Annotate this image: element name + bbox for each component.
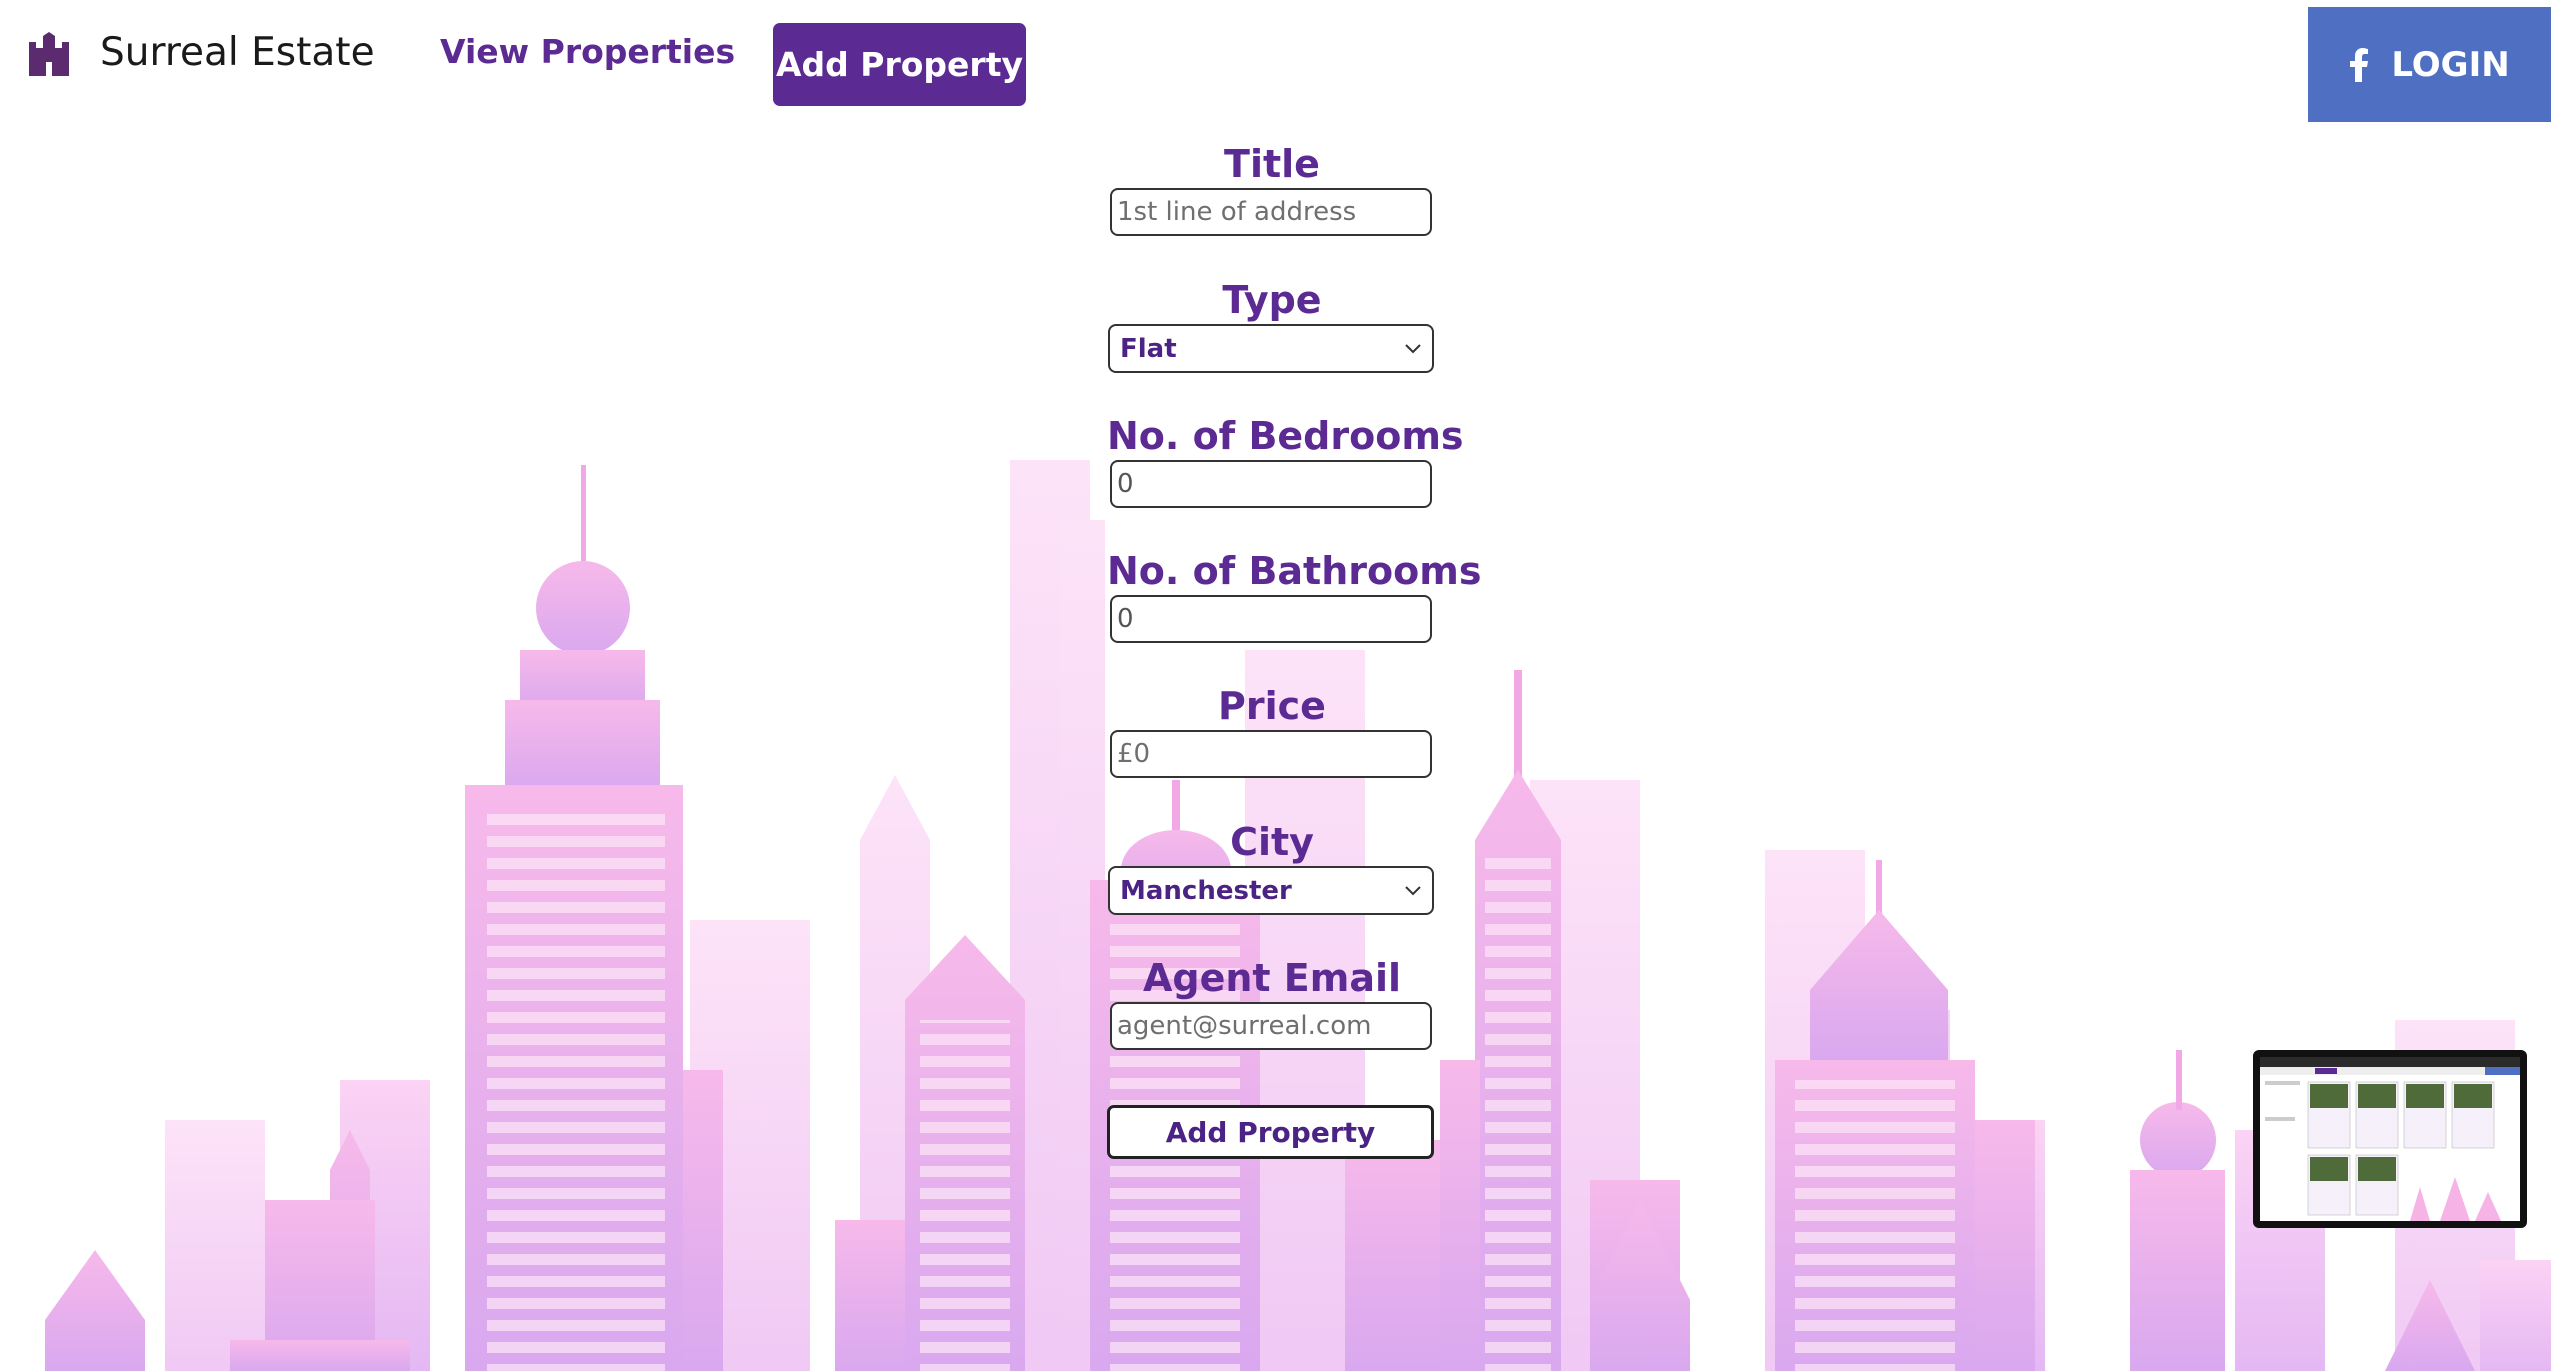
navbar-brand-area: Surreal Estate xyxy=(0,0,390,122)
price-field: Price xyxy=(1107,682,1437,778)
bathrooms-field: No. of Bathrooms xyxy=(1107,547,1482,643)
city-select[interactable]: Manchester xyxy=(1108,866,1434,915)
brand-name[interactable]: Surreal Estate xyxy=(100,30,375,75)
facebook-icon xyxy=(2350,47,2369,82)
bedrooms-field: No. of Bedrooms xyxy=(1107,412,1464,508)
city-field: City Manchester xyxy=(1107,818,1437,915)
city-label: City xyxy=(1230,820,1314,864)
email-field: Agent Email xyxy=(1107,954,1437,1050)
thumbnail-screen xyxy=(2260,1057,2520,1221)
bathrooms-input[interactable] xyxy=(1110,595,1432,643)
email-input[interactable] xyxy=(1110,1002,1432,1050)
price-input[interactable] xyxy=(1110,730,1432,778)
bedrooms-label: No. of Bedrooms xyxy=(1107,414,1464,458)
title-label: Title xyxy=(1224,142,1320,186)
type-selected-value: Flat xyxy=(1120,333,1177,364)
thumbnail-graphic xyxy=(2260,1057,2520,1221)
city-selected-value: Manchester xyxy=(1120,875,1292,906)
screen-preview-thumbnail[interactable] xyxy=(2253,1050,2527,1228)
bathrooms-label: No. of Bathrooms xyxy=(1107,549,1482,593)
facebook-login-button[interactable]: LOGIN xyxy=(2308,7,2551,122)
type-field: Type Flat xyxy=(1107,276,1437,373)
bedrooms-input[interactable] xyxy=(1110,460,1432,508)
title-field: Title xyxy=(1107,140,1437,236)
title-input[interactable] xyxy=(1110,188,1432,236)
type-select[interactable]: Flat xyxy=(1108,324,1434,373)
add-property-submit-button[interactable]: Add Property xyxy=(1107,1105,1434,1159)
chevron-down-icon xyxy=(1405,343,1421,353)
type-label: Type xyxy=(1222,278,1322,322)
chevron-down-icon xyxy=(1405,885,1421,895)
castle-icon[interactable] xyxy=(26,32,72,78)
login-label: LOGIN xyxy=(2391,44,2510,85)
email-label: Agent Email xyxy=(1142,956,1402,1000)
price-label: Price xyxy=(1218,684,1326,728)
nav-view-properties[interactable]: View Properties xyxy=(440,32,735,71)
nav-add-property[interactable]: Add Property xyxy=(773,23,1026,106)
